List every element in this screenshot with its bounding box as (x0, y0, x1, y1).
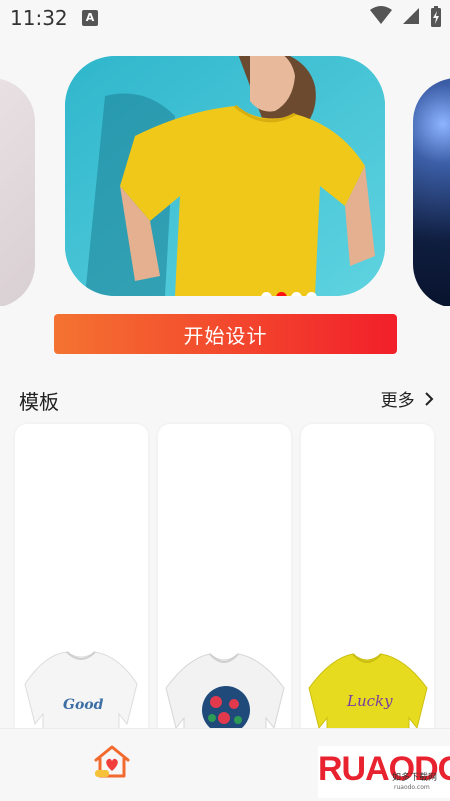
carousel-slide-prev[interactable] (0, 78, 35, 306)
wifi-icon (369, 6, 392, 24)
more-templates-link[interactable]: 更多 (381, 386, 434, 411)
carousel-dot-active[interactable] (276, 292, 287, 296)
shirt-print-good: Good (63, 697, 104, 713)
carousel-indicator (261, 288, 321, 296)
banner-model-image (65, 56, 385, 296)
carousel-dot[interactable] (261, 292, 272, 296)
templates-section-title: 模板 (19, 390, 59, 414)
shirt-print-lucky: Lucky (346, 692, 393, 710)
home-tab[interactable] (92, 744, 132, 784)
start-design-button[interactable]: 开始设计 (54, 314, 397, 354)
template-card-good[interactable]: Good (15, 424, 148, 744)
status-bar: 11:32 A (0, 0, 450, 36)
template-card-lucky[interactable]: Lucky (301, 424, 434, 744)
battery-icon (431, 6, 441, 27)
carousel-slide-next[interactable] (413, 78, 450, 306)
chevron-right-icon (425, 391, 434, 406)
template-card-floral[interactable] (158, 424, 291, 744)
notification-a-icon: A (82, 10, 98, 26)
watermark-sub-text: 如多下载网 (392, 773, 438, 783)
more-label: 更多 (380, 391, 415, 411)
banner-carousel[interactable] (0, 36, 450, 306)
watermark-logo: RUAODO 如多下载网 ruaodo.com (318, 746, 450, 798)
status-icons (366, 6, 442, 28)
watermark-url-text: ruaodo.com (394, 784, 430, 791)
status-time: 11:32 (10, 6, 68, 30)
carousel-slide-current[interactable] (65, 56, 385, 296)
carousel-dot[interactable] (306, 292, 317, 296)
carousel-dot[interactable] (291, 292, 302, 296)
signal-icon (402, 8, 419, 24)
home-heart-icon (94, 745, 130, 778)
